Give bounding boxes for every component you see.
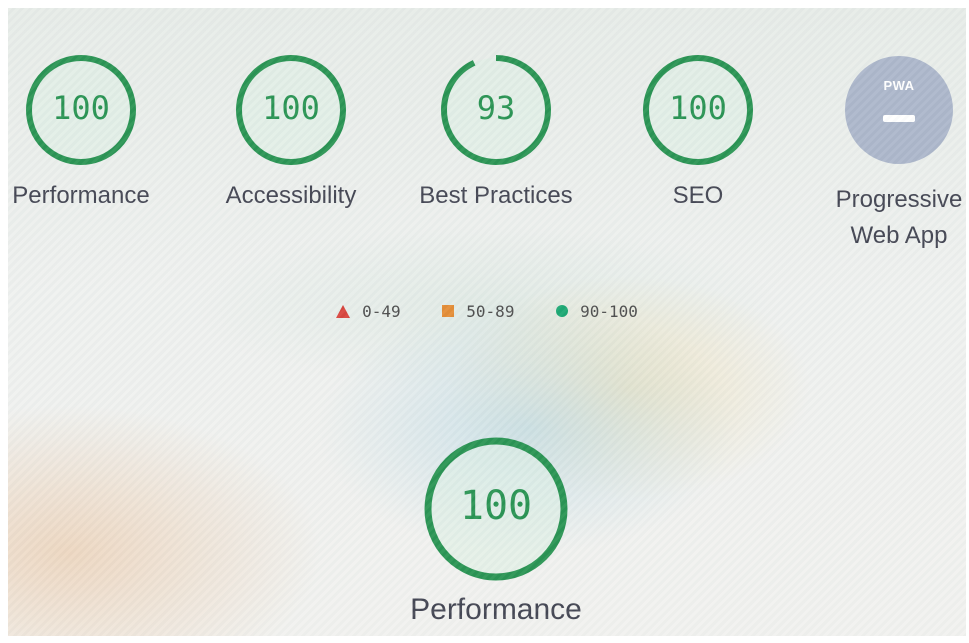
report-screen: 100 Performance 100 Accessibility 93 Bes…	[8, 8, 966, 636]
legend-range: 0-49	[362, 301, 401, 321]
legend-item-fail: 0-49	[336, 301, 401, 321]
gauge-score: 93	[476, 89, 516, 127]
gauge-label: SEO	[672, 182, 724, 209]
pwa-label-line1: Progressive	[835, 186, 963, 213]
gauge-best-practices[interactable]: 93 Best Practices	[419, 52, 573, 242]
score-legend: 0-49 50-89 90-100	[8, 300, 966, 321]
legend-range: 90-100	[580, 301, 638, 321]
gauge-label: Performance	[12, 182, 150, 209]
featured-gauge-performance[interactable]: 100 Performance	[410, 435, 582, 635]
featured-gauge-score: 100	[459, 483, 533, 529]
square-icon	[442, 305, 455, 317]
featured-gauge-label: Performance	[410, 593, 582, 626]
legend-item-pass: 90-100	[556, 301, 638, 321]
gauge-accessibility[interactable]: 100 Accessibility	[226, 52, 356, 242]
gauge-label: Accessibility	[225, 182, 357, 209]
triangle-icon	[336, 304, 351, 318]
pwa-dash-icon	[883, 115, 915, 122]
pwa-label-line2: Web App	[850, 222, 948, 249]
pwa-logo: PWA	[883, 78, 915, 93]
gauge-performance[interactable]: 100 Performance	[12, 52, 150, 242]
gauge-score: 100	[52, 89, 110, 127]
pwa-badge-circle	[845, 56, 953, 164]
circle-icon	[556, 305, 569, 317]
gauge-score: 100	[262, 89, 320, 127]
gauge-seo[interactable]: 100 SEO	[640, 52, 756, 242]
gauge-pwa[interactable]: PWA Progressive Web App	[836, 52, 962, 262]
legend-item-average: 50-89	[442, 301, 514, 321]
legend-range: 50-89	[466, 301, 515, 321]
pwa-label: Progressive Web App	[811, 182, 966, 254]
gauge-label: Best Practices	[419, 182, 573, 209]
gauge-score: 100	[669, 89, 727, 127]
